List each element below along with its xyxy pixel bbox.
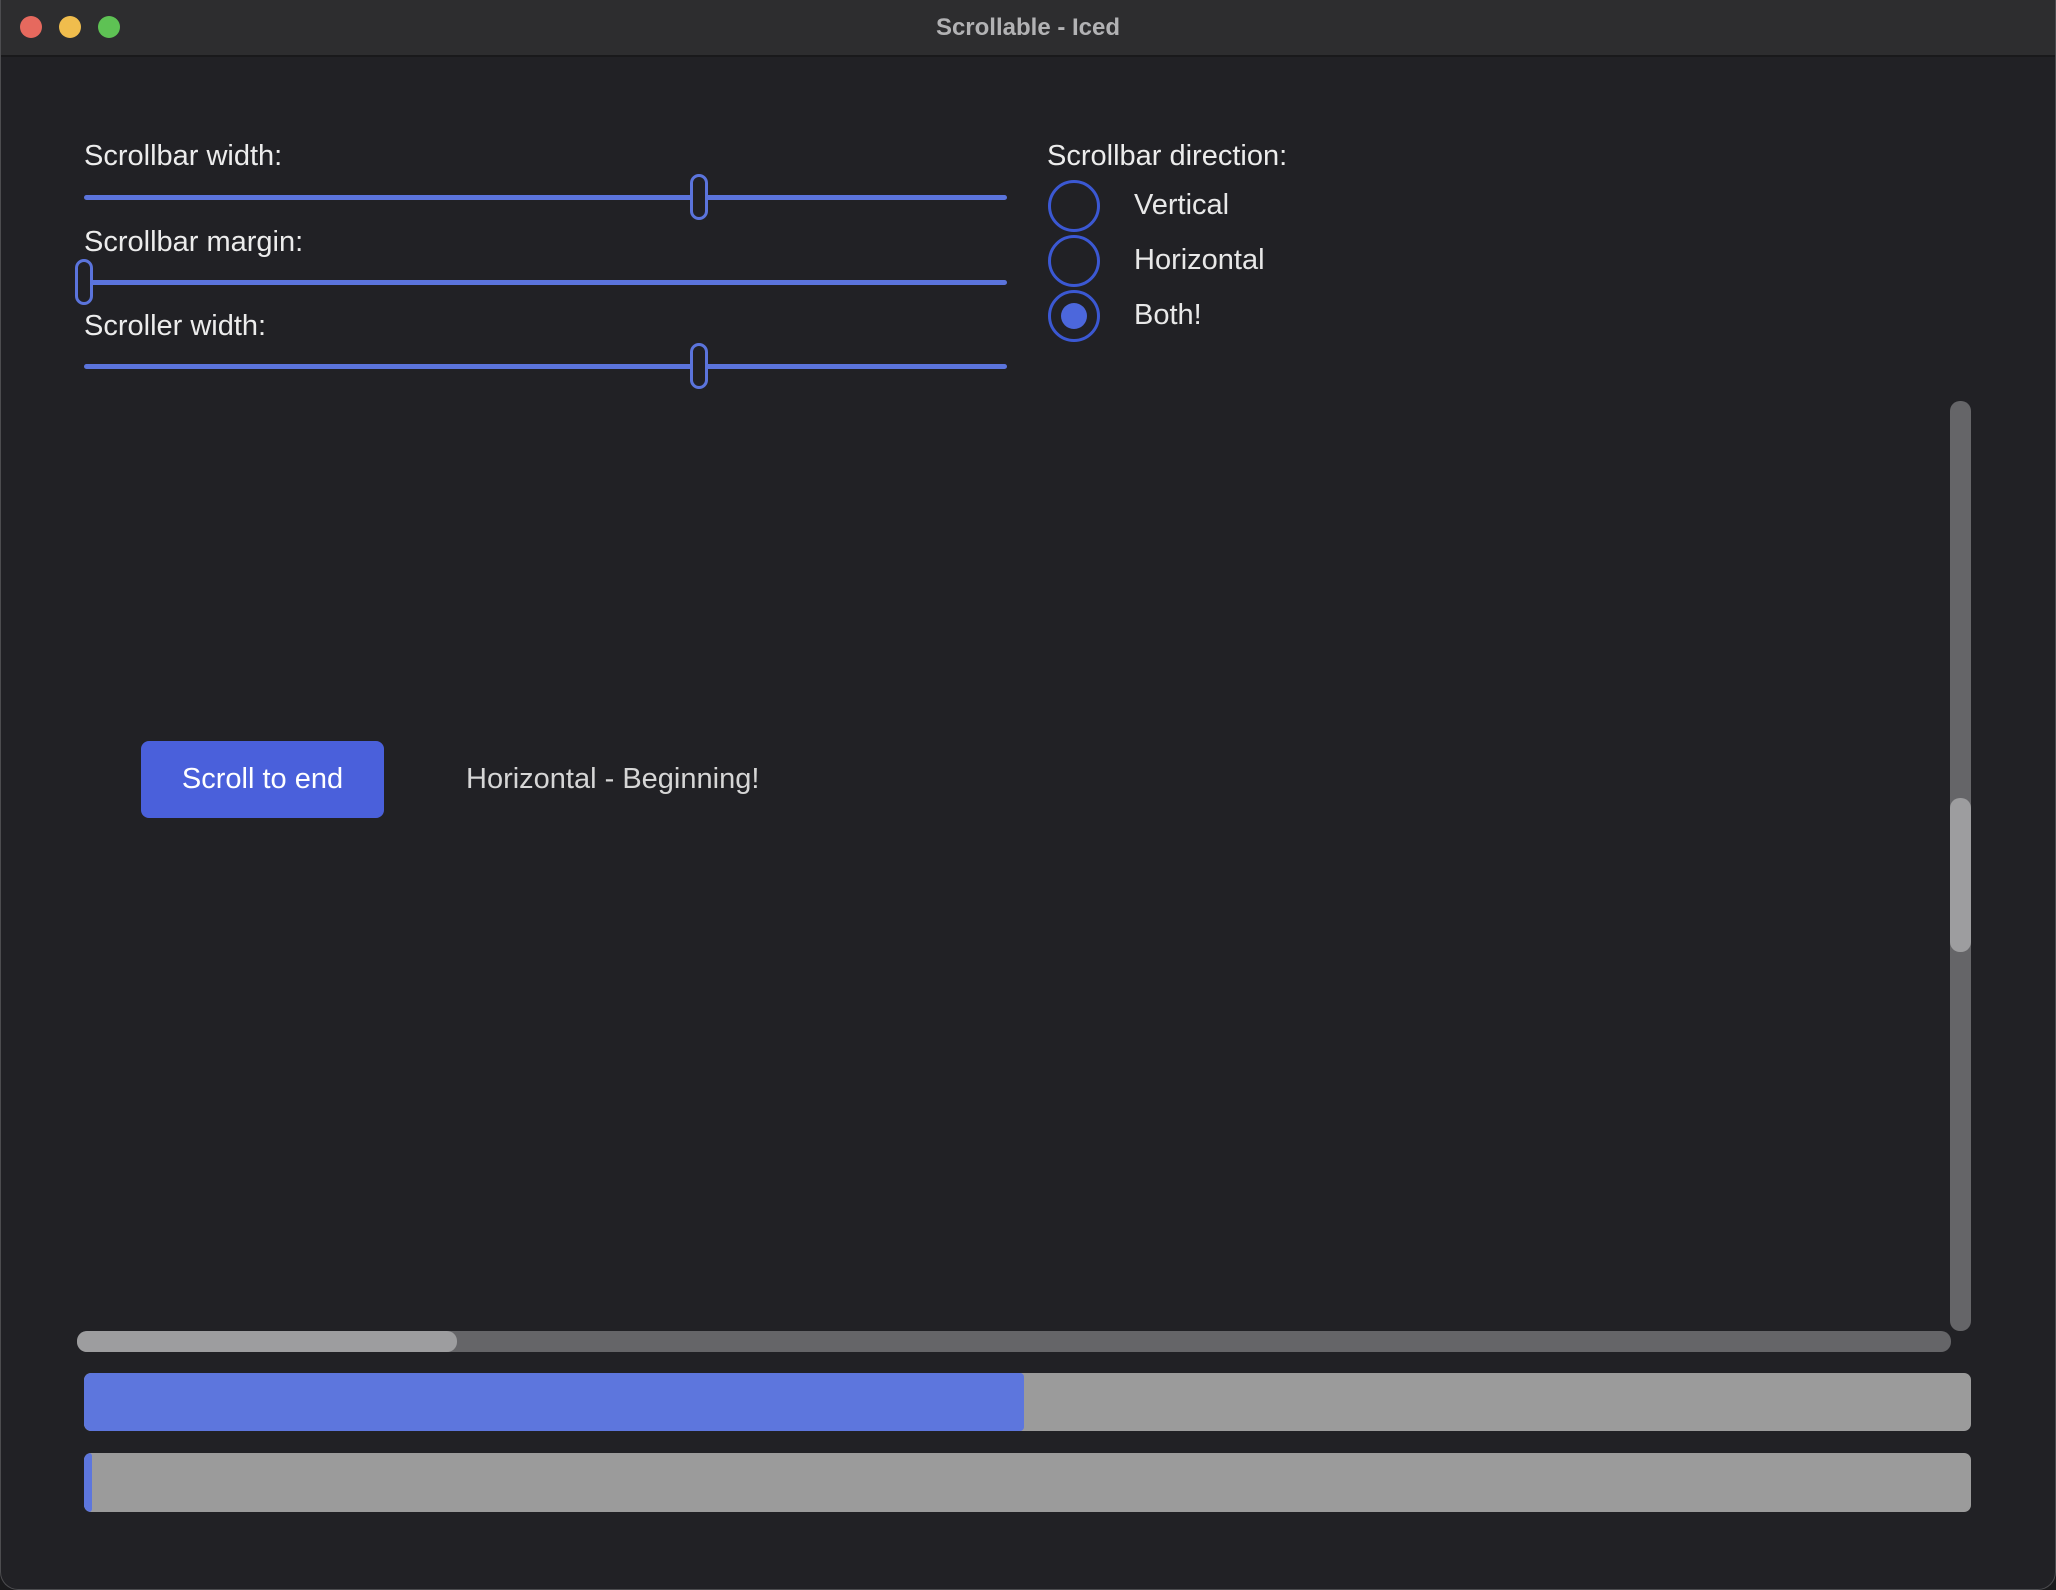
vertical-scroll-progress-bar [84,1373,1971,1431]
slider-handle[interactable] [75,259,93,305]
radio-circle-icon[interactable] [1048,235,1100,287]
slider-handle[interactable] [690,174,708,220]
radio-option-label: Horizontal [1134,244,1265,277]
scrollbar-direction-label: Scrollbar direction: [1047,140,1287,173]
slider-handle[interactable] [690,343,708,389]
scroller-width-slider[interactable] [84,343,1007,389]
progress-fill [84,1373,1024,1431]
radio-selected-dot-icon [1061,303,1087,329]
scrollbar-width-label: Scrollbar width: [84,140,282,173]
progress-fill [84,1453,92,1512]
vertical-scrollbar-track[interactable] [1950,401,1971,1331]
horizontal-scrollbar-track[interactable] [77,1331,1951,1352]
scrollbar-margin-slider[interactable] [84,259,1007,305]
radio-option-vertical[interactable]: Vertical [1048,178,1229,233]
app-window: Scrollable - Iced Scrollbar width: Scrol… [0,0,2056,1590]
radio-option-label: Both! [1134,299,1202,332]
slider-rail[interactable] [84,280,1007,285]
radio-circle-icon[interactable] [1048,180,1100,232]
scroll-to-end-button[interactable]: Scroll to end [141,741,384,818]
horizontal-scrollbar-thumb[interactable] [77,1331,457,1352]
titlebar: Scrollable - Iced [1,0,2055,57]
scrollbar-width-slider[interactable] [84,174,1007,220]
radio-circle-icon[interactable] [1048,290,1100,342]
slider-rail[interactable] [84,195,1007,200]
window-title: Scrollable - Iced [1,0,2055,55]
horizontal-scroll-progress-bar [84,1453,1971,1512]
scroll-status-text: Horizontal - Beginning! [466,741,759,818]
vertical-scrollbar-thumb[interactable] [1950,798,1971,952]
scrollbar-margin-label: Scrollbar margin: [84,226,303,259]
radio-option-horizontal[interactable]: Horizontal [1048,233,1265,288]
scroller-width-label: Scroller width: [84,310,266,343]
radio-option-both[interactable]: Both! [1048,288,1202,343]
slider-rail[interactable] [84,364,1007,369]
radio-option-label: Vertical [1134,189,1229,222]
